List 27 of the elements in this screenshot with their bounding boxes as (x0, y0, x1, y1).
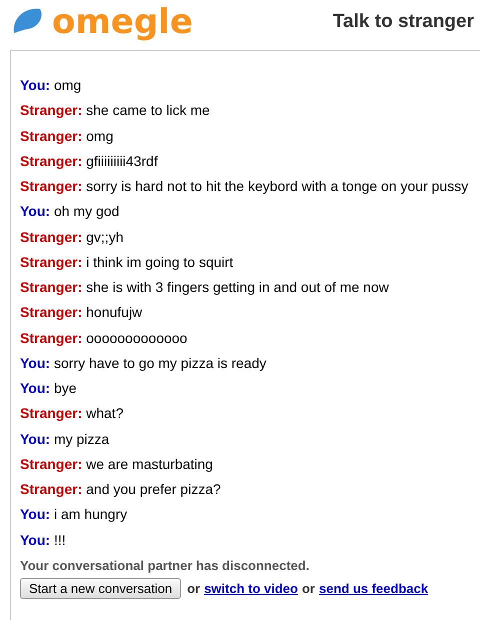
chat-message: Stranger: what? (20, 404, 124, 424)
chat-message: You: bye (20, 379, 78, 398)
chat-message: Stranger: we are masturbating (20, 454, 214, 474)
video-link[interactable]: switch to video (204, 580, 298, 596)
new-conversation-button[interactable]: Start a new conversation (20, 578, 182, 599)
chat-message: You: !!! (20, 530, 67, 550)
tagline: Talk to stranger (332, 10, 474, 34)
feedback-link[interactable]: send us feedback (318, 580, 428, 596)
chat-message: Stranger: she came to lick me (20, 101, 211, 120)
chat-message: Stranger: ooooooooooooo (20, 328, 188, 348)
chat-message: Stranger: omg (20, 126, 114, 146)
chat-message: Stranger: i think im going to squirt (20, 252, 234, 272)
chat-message: You: omg (20, 76, 82, 95)
chat-message: Stranger: gv;;yh (20, 228, 124, 247)
chat-message: Stranger: sorry is hard not to hit the keybord with a tonge on your pussy (20, 177, 470, 196)
chat-message: You: sorry have to go my pizza is ready (20, 354, 268, 373)
chat-message: Stranger: she is with 3 fingers getting in and out of me now (20, 278, 390, 297)
status-message: Your conversational partner has disconnected. (20, 556, 310, 575)
or-text: or (302, 580, 315, 596)
logo: omegle (52, 1, 193, 44)
chat-message: You: my pizza (20, 430, 110, 449)
chat-message: You: oh my god (20, 202, 120, 222)
chat-message: Stranger: gfiiiiiiiii43rdf (20, 152, 159, 171)
or-text: or (187, 580, 200, 596)
chat-message: You: i am hungry (20, 505, 128, 524)
chat-message: Stranger: honufujw (20, 303, 144, 322)
chat-message: Stranger: and you prefer pizza? (20, 480, 222, 499)
